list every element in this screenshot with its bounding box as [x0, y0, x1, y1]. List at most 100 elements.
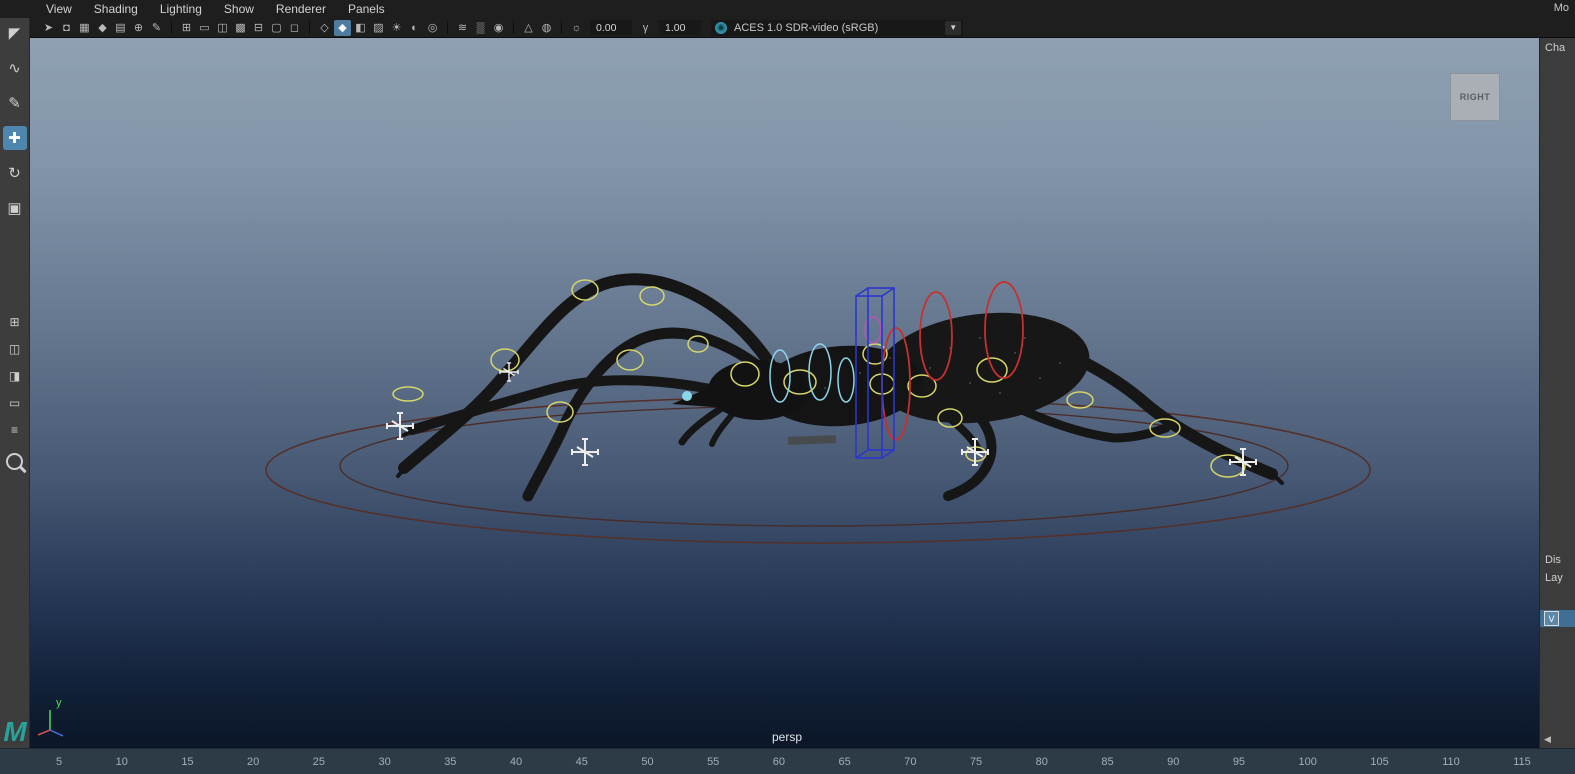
lasso-tool-icon[interactable]: ∿ [3, 56, 27, 80]
gamma-icon[interactable]: γ [637, 20, 654, 36]
ground-widget[interactable] [787, 435, 837, 445]
layer-tab[interactable]: Lay [1545, 572, 1563, 584]
camera-attributes-icon[interactable]: ▦ [76, 20, 93, 36]
right-edge-menu-label: Mo [1553, 2, 1569, 14]
layer-visibility-checkbox[interactable]: V [1544, 611, 1559, 626]
safe-action-icon[interactable]: ▢ [268, 20, 285, 36]
chevron-down-icon[interactable]: ▼ [945, 20, 962, 35]
film-gate-icon[interactable]: ▭ [196, 20, 213, 36]
resolution-gate-icon[interactable]: ◫ [214, 20, 231, 36]
bookmark-icon[interactable]: ◆ [94, 20, 111, 36]
image-plane-icon[interactable]: ▤ [112, 20, 129, 36]
select-camera-icon[interactable]: ➤ [40, 20, 57, 36]
time-tick: 70 [904, 755, 917, 768]
time-tick: 115 [1513, 755, 1531, 768]
spider-model[interactable] [396, 273, 1284, 502]
time-tick: 105 [1370, 755, 1389, 768]
lock-camera-icon[interactable]: ◘ [58, 20, 75, 36]
scale-tool-icon[interactable]: ▣ [3, 196, 27, 220]
grease-pencil-icon[interactable]: ✎ [148, 20, 165, 36]
motion-blur-icon[interactable]: ≋ [454, 20, 471, 36]
viewport-icon-toolbar: ➤ ◘ ▦ ◆ ▤ ⊕ ✎ ⊞ ▭ ◫ ▩ ⊟ ▢ ◻ ◇ ◆ ◧ ▨ ☀ ◐ … [30, 18, 1575, 38]
channel-box-tab[interactable]: Cha [1545, 42, 1565, 54]
zoom-tool-icon[interactable] [3, 449, 27, 473]
time-tick: 80 [1035, 755, 1048, 768]
camera-label: persp [772, 730, 802, 744]
ambient-occlusion-icon[interactable]: ◎ [424, 20, 441, 36]
layout-four-view-icon[interactable]: ⊞ [3, 314, 27, 330]
time-tick: 45 [575, 755, 588, 768]
toolbar-separator [513, 21, 514, 34]
time-tick: 110 [1442, 755, 1460, 768]
menu-panels[interactable]: Panels [348, 0, 385, 18]
time-tick: 100 [1298, 755, 1317, 768]
safe-title-icon[interactable]: ◻ [286, 20, 303, 36]
wireframe-icon[interactable]: ◇ [316, 20, 333, 36]
maya-logo: M [3, 716, 27, 747]
axis-y-label: y [56, 697, 62, 709]
panel-menu-bar: View Shading Lighting Show Renderer Pane… [0, 0, 1575, 18]
display-tab[interactable]: Dis [1545, 554, 1561, 566]
viewport-canvas[interactable]: y persp [30, 38, 1540, 748]
layout-three-pane-icon[interactable]: ◨ [3, 368, 27, 384]
field-chart-icon[interactable]: ⊟ [250, 20, 267, 36]
smooth-shade-icon[interactable]: ◆ [334, 19, 351, 36]
layout-two-pane-icon[interactable]: ◫ [3, 341, 27, 357]
toolbar-separator [561, 21, 562, 34]
time-tick: 25 [312, 755, 325, 768]
tool-box: ◤ ∿ ✎ ✚ ↻ ▣ ⊞ ◫ ◨ ▭ ≡ M [0, 18, 30, 748]
time-tick: 30 [378, 755, 391, 768]
time-tick: 50 [641, 755, 654, 768]
menu-shading[interactable]: Shading [94, 0, 138, 18]
outliner-layout-icon[interactable]: ≡ [3, 422, 27, 438]
color-space-label: ACES 1.0 SDR-video (sRGB) [734, 21, 879, 34]
toolbar-separator [447, 21, 448, 34]
color-space-dropdown[interactable]: ◉ ACES 1.0 SDR-video (sRGB) ▼ [711, 19, 964, 36]
select-tool-icon[interactable]: ◤ [3, 21, 27, 45]
channel-box-panel-edge: Cha Dis Lay V ◀ [1539, 38, 1575, 748]
layer-row[interactable]: V [1540, 610, 1575, 627]
color-managed-icon: ◉ [715, 21, 727, 34]
isolate-select-icon[interactable]: △ [520, 20, 537, 36]
multisample-icon[interactable]: ▒ [472, 20, 489, 36]
menu-lighting[interactable]: Lighting [160, 0, 202, 18]
gamma-field[interactable]: 1.00 [659, 20, 701, 35]
textured-icon[interactable]: ◧ [352, 20, 369, 36]
time-tick: 20 [247, 755, 260, 768]
menu-renderer[interactable]: Renderer [276, 0, 326, 18]
toolbar-separator [309, 21, 310, 34]
checker-icon[interactable]: ▨ [370, 20, 387, 36]
paint-select-tool-icon[interactable]: ✎ [3, 91, 27, 115]
magnifier-icon [6, 452, 23, 470]
menu-view[interactable]: View [46, 0, 72, 18]
pan-zoom-icon[interactable]: ⊕ [130, 20, 147, 36]
exposure-icon[interactable]: ☼ [568, 20, 585, 36]
time-tick: 35 [444, 755, 457, 768]
perspective-viewport[interactable]: y persp RIGHT [30, 38, 1540, 748]
time-tick: 95 [1232, 755, 1246, 768]
time-tick: 65 [838, 755, 851, 768]
viewcube-right-face[interactable]: RIGHT [1450, 73, 1500, 121]
axis-indicator: y [37, 697, 64, 737]
time-tick: 60 [772, 755, 786, 768]
time-tick: 75 [969, 755, 983, 768]
layout-single-pane-icon[interactable]: ▭ [3, 395, 27, 411]
rotate-tool-icon[interactable]: ↻ [3, 161, 27, 185]
gate-mask-icon[interactable]: ▩ [232, 20, 249, 36]
time-slider[interactable]: 5 10 15 20 25 30 35 40 45 50 55 60 65 70… [0, 748, 1575, 774]
time-tick: 10 [115, 755, 128, 768]
menu-show[interactable]: Show [224, 0, 254, 18]
time-tick: 5 [56, 755, 63, 768]
shadows-icon[interactable]: ◐ [406, 20, 423, 36]
xray-icon[interactable]: ◍ [538, 20, 555, 36]
time-tick: 55 [707, 755, 720, 768]
grid-toggle-icon[interactable]: ⊞ [178, 20, 195, 36]
use-all-lights-icon[interactable]: ☀ [388, 20, 405, 36]
depth-of-field-icon[interactable]: ◉ [490, 20, 507, 36]
toolbar-separator [171, 21, 172, 34]
time-tick: 90 [1167, 755, 1180, 768]
panel-collapse-arrow-icon[interactable]: ◀ [1544, 734, 1551, 745]
exposure-field[interactable]: 0.00 [590, 20, 632, 35]
time-tick: 85 [1101, 755, 1114, 768]
move-tool-icon[interactable]: ✚ [2, 126, 27, 150]
